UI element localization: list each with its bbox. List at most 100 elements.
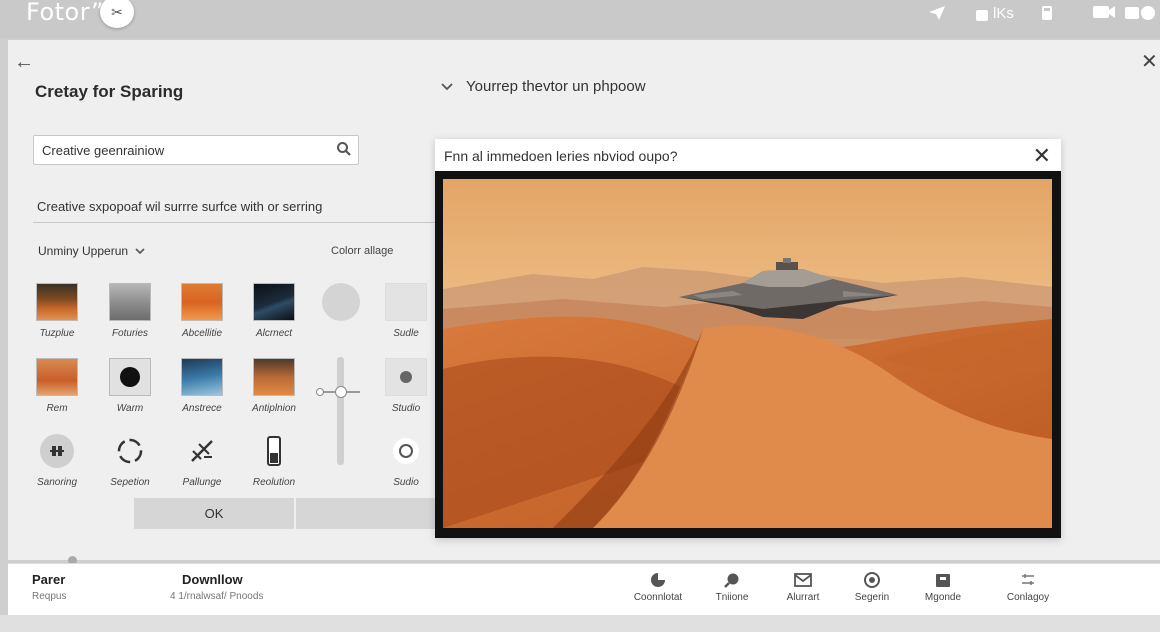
close-icon[interactable]: ✕ [1033,143,1051,169]
search-tool-icon [697,569,767,591]
style-tile[interactable]: Antiplnion [238,358,310,414]
image-frame [435,171,1061,538]
tool-label: Segerin [854,592,890,603]
resolution-icon [255,432,293,470]
style-thumbnail [385,283,427,321]
tool-label: Sudio [393,477,419,488]
style-dropdown[interactable]: Unminy Upperun [38,244,146,258]
lks-label: lKs [993,5,1014,22]
search-icon[interactable] [336,141,352,162]
style-thumbnail [109,283,151,321]
style-label: Warm [116,403,144,414]
subtitle-text: Yourrep thevtor un phpoow [466,78,646,95]
tool-button[interactable]: Alurrart [768,569,838,603]
sensor-icon [38,432,76,470]
tool-button[interactable]: Conlagoy [993,569,1063,603]
tool-label: Pallunge [182,477,222,488]
app-logo: Fotor” [26,0,105,26]
tool-label: Sepetion [110,477,150,488]
vertical-slider[interactable] [337,357,344,465]
tool-label: Tniione [715,592,749,603]
tool-tile[interactable]: Sepetion [94,432,166,488]
style-thumbnail [181,358,223,396]
bottom-strip [0,615,1160,632]
style-thumbnail [181,283,223,321]
download-sub: 4 1/rnalwsaf/ Pnoods [170,591,264,602]
style-label: Sudle [393,328,419,339]
download-label: Downllow [182,572,243,587]
slider-end-handle[interactable] [316,388,324,396]
back-arrow-icon[interactable]: ← [14,51,34,74]
style-thumbnail [385,358,427,396]
style-tile[interactable]: Rem [21,358,93,414]
search-input[interactable] [34,136,340,164]
briefcase-icon [908,569,978,591]
generated-image[interactable] [443,179,1052,528]
style-tile[interactable]: Sudle [370,283,442,339]
tool-button[interactable]: Mgonde [908,569,978,603]
style-thumbnail [36,358,78,396]
toggle-icon[interactable] [1125,5,1155,21]
video-icon[interactable] [1093,5,1115,19]
tool-button[interactable]: Coonnlotat [623,569,693,603]
divider [33,222,437,223]
style-label: Alcrnect [255,328,293,339]
bottom-left-item[interactable]: Parer Reqpus [32,572,66,602]
style-tile[interactable]: Tuzplue [21,283,93,339]
tool-tile[interactable]: Pallunge [166,432,238,488]
logo-badge-icon[interactable]: ✂ [100,0,134,28]
download-item[interactable]: Downllow 4 1/rnalwsaf/ Pnoods [170,572,263,602]
send-icon[interactable] [928,5,946,21]
tool-tile[interactable]: Reolution [238,432,310,488]
refresh-ring-icon [111,432,149,470]
close-panel-icon[interactable]: ✕ [1141,49,1158,74]
top-bar: Fotor” ✂ lKs [0,0,1160,38]
style-tile[interactable]: Warm [94,358,166,414]
tool-label: Reolution [252,477,296,488]
color-circle [322,283,360,321]
slider-knob[interactable] [335,386,347,398]
subtitle-toggle[interactable]: Yourrep thevtor un phpoow [440,78,646,95]
secondary-button[interactable] [296,498,438,529]
style-tile[interactable]: Alcrnect [238,283,310,339]
radio-circle-icon [387,432,425,470]
settings-icon [837,569,907,591]
style-thumbnail [253,358,295,396]
tool-button[interactable]: Tniione [697,569,767,603]
tool-button[interactable]: Segerin [837,569,907,603]
tool-label: Mgonde [924,592,962,603]
adjust-icon [993,569,1063,591]
tool-label: Sanoring [36,477,78,488]
bag-icon[interactable]: lKs [975,5,1014,22]
style-label: Rem [46,403,68,414]
mail-icon [768,569,838,591]
page-title: Cretay for Sparing [35,82,184,101]
phone-icon[interactable] [1041,5,1053,21]
bottom-left-sub: Reqpus [32,591,67,602]
tool-label: Alurrart [786,592,820,603]
description-text: Creative sxpopoaf wil surrre surfce with… [37,199,323,214]
style-label: Antiplnion [252,403,296,414]
tool-label: Coonnlotat [633,592,683,603]
style-tile[interactable]: Anstrece [166,358,238,414]
color-swatch[interactable] [305,283,377,321]
bottom-toolbar: Parer Reqpus Downllow 4 1/rnalwsaf/ Pnoo… [8,563,1160,616]
dialog-title: Fnn al immedoen leries nbviod oupo? [444,148,678,164]
comment-icon [623,569,693,591]
style-label: Anstrece [182,403,222,414]
style-tile[interactable]: Foturies [94,283,166,339]
tool-label: Conlagoy [1006,592,1050,603]
ok-button[interactable]: OK [134,498,294,529]
color-label: Colorr allage [331,245,394,257]
tool-tile[interactable]: Sanoring [21,432,93,488]
slash-lines-icon [183,432,221,470]
style-label: Foturies [111,328,149,339]
style-tile[interactable]: Abcellitie [166,283,238,339]
style-label: Abcellitie [181,328,223,339]
tool-tile[interactable]: Sudio [370,432,442,488]
search-box[interactable] [33,135,359,165]
style-thumbnail [36,283,78,321]
style-label: Studio [391,403,421,414]
style-tile[interactable]: Studio [370,358,442,414]
style-thumbnail [253,283,295,321]
